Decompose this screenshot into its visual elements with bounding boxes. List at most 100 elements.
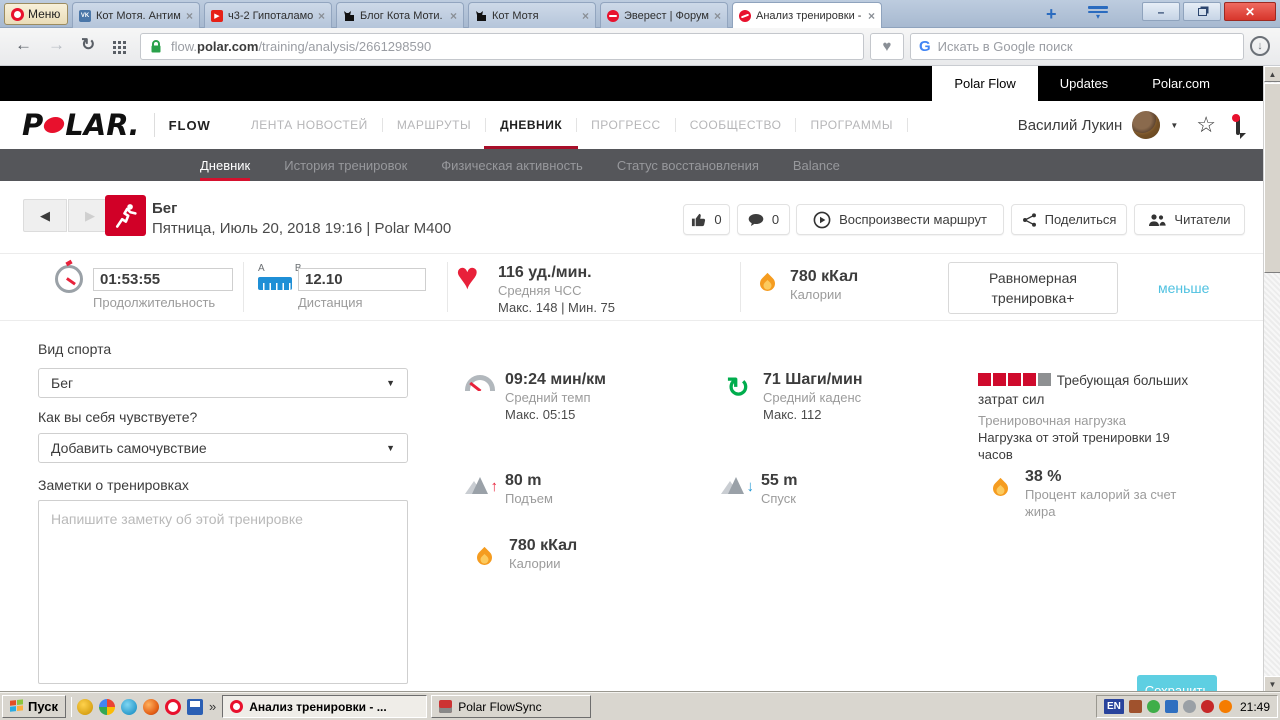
avatar[interactable] bbox=[1132, 111, 1161, 139]
quicklaunch-overflow-icon[interactable]: » bbox=[209, 699, 216, 714]
load-block-filled bbox=[978, 373, 991, 386]
taskbar-task-flowsync[interactable]: Polar FlowSync bbox=[431, 695, 592, 718]
tab-close-icon[interactable]: × bbox=[714, 9, 721, 23]
subnav-physical-activity[interactable]: Физическая активность bbox=[441, 149, 583, 181]
nav-programs[interactable]: ПРОГРАММЫ bbox=[796, 118, 907, 132]
site-header: P LAR. FLOW ЛЕНТА НОВОСТЕЙ МАРШРУТЫ ДНЕВН… bbox=[0, 101, 1280, 151]
task-title: Polar FlowSync bbox=[458, 699, 542, 714]
user-caret-icon[interactable]: ▼ bbox=[1170, 121, 1178, 130]
divider bbox=[153, 113, 155, 137]
browser-menu-button[interactable]: Меню bbox=[4, 3, 68, 25]
language-indicator[interactable]: EN bbox=[1103, 699, 1124, 714]
previous-session-button[interactable]: ◀ bbox=[23, 199, 67, 232]
notes-textarea[interactable] bbox=[38, 500, 408, 684]
search-input[interactable] bbox=[937, 39, 1235, 54]
stat-descent: ↓ 55 m Спуск bbox=[720, 471, 797, 507]
share-button[interactable]: Поделиться bbox=[1011, 204, 1127, 235]
load-block-filled bbox=[1023, 373, 1036, 386]
readers-button[interactable]: Читатели bbox=[1134, 204, 1245, 235]
tab-cat[interactable]: Кот Мотя × bbox=[468, 2, 596, 28]
windows-taskbar: Пуск » Анализ тренировки - ... Polar Flo… bbox=[0, 692, 1280, 720]
tab-close-icon[interactable]: × bbox=[582, 9, 589, 23]
replay-route-button[interactable]: Воспроизвести маршрут bbox=[796, 204, 1004, 235]
polar-logo[interactable]: P LAR. bbox=[22, 108, 140, 142]
tab-close-icon[interactable]: × bbox=[318, 9, 325, 23]
nav-news-feed[interactable]: ЛЕНТА НОВОСТЕЙ bbox=[237, 118, 382, 132]
tab-close-icon[interactable]: × bbox=[868, 9, 875, 23]
quicklaunch-icon-3[interactable] bbox=[121, 698, 137, 715]
quicklaunch-icon-1[interactable] bbox=[77, 698, 93, 715]
training-benefit-button[interactable]: Равномерная тренировка+ bbox=[948, 262, 1118, 314]
browser-toolbar: ← → ↻ flow.polar.com/training/analysis/2… bbox=[0, 28, 1280, 66]
scroll-up-icon[interactable]: ▲ bbox=[1264, 66, 1280, 82]
subnav-balance[interactable]: Balance bbox=[793, 149, 840, 181]
restore-button[interactable] bbox=[1183, 2, 1221, 21]
thumb-up-icon bbox=[692, 213, 706, 227]
quicklaunch-save-icon[interactable] bbox=[187, 698, 203, 715]
stat-calories: 780 кКал Калории bbox=[468, 536, 577, 572]
vk-favicon-icon: VK bbox=[79, 9, 91, 22]
tab-close-icon[interactable]: × bbox=[186, 9, 193, 23]
scroll-down-icon[interactable]: ▼ bbox=[1264, 676, 1280, 692]
less-link[interactable]: меньше bbox=[1158, 280, 1209, 296]
tab-youtube[interactable]: ▶ ч3-2 Гипоталамо-гипоф × bbox=[204, 2, 332, 28]
chevron-down-icon: ▼ bbox=[386, 443, 395, 453]
quicklaunch-opera-icon[interactable] bbox=[165, 698, 181, 715]
minimize-button[interactable]: – bbox=[1142, 2, 1180, 21]
forward-icon[interactable]: → bbox=[48, 35, 65, 55]
tab-polar-active[interactable]: Анализ тренировки - Po × bbox=[732, 2, 882, 28]
address-bar[interactable]: flow.polar.com/training/analysis/2661298… bbox=[140, 33, 864, 60]
reload-icon[interactable]: ↻ bbox=[81, 35, 95, 55]
cadence-value: 71 Шаги/мин bbox=[763, 371, 863, 388]
duration-input[interactable] bbox=[93, 268, 233, 291]
tab-forum[interactable]: Эверест | Форум броса × bbox=[600, 2, 728, 28]
fat-label: Процент калорий за счет жира bbox=[1025, 487, 1177, 519]
distance-input[interactable] bbox=[298, 268, 426, 291]
new-tab-button[interactable]: + bbox=[1046, 4, 1057, 25]
subnav-diary[interactable]: Дневник bbox=[200, 149, 251, 181]
tray-icon-3[interactable] bbox=[1164, 700, 1178, 713]
cat-favicon-icon bbox=[343, 10, 355, 22]
notifications-icon[interactable] bbox=[1232, 113, 1240, 135]
save-button[interactable]: Сохранить bbox=[1137, 675, 1217, 692]
nav-diary[interactable]: ДНЕВНИК bbox=[484, 118, 579, 151]
polar-com-tab[interactable]: Polar.com bbox=[1130, 66, 1232, 101]
like-button[interactable]: 0 bbox=[683, 204, 730, 235]
tab-title: Анализ тренировки - Po bbox=[756, 9, 863, 22]
tray-icon-5[interactable] bbox=[1200, 700, 1214, 713]
tab-vk[interactable]: VK Кот Мотя. Антимышов × bbox=[72, 2, 200, 28]
nav-progress[interactable]: ПРОГРЕСС bbox=[577, 118, 675, 132]
close-button[interactable]: ✕ bbox=[1224, 2, 1276, 21]
user-name[interactable]: Василий Лукин bbox=[1018, 117, 1123, 134]
tab-list-icon[interactable]: ▾ bbox=[1088, 6, 1108, 21]
search-box[interactable]: G bbox=[910, 33, 1244, 60]
nav-community[interactable]: СООБЩЕСТВО bbox=[676, 118, 796, 132]
tray-icon-6[interactable] bbox=[1218, 700, 1232, 713]
distance-label: Дистанция bbox=[298, 295, 363, 310]
tab-cat-blog[interactable]: Блог Кота Моти. × bbox=[336, 2, 464, 28]
page-scrollbar[interactable]: ▲ ▼ bbox=[1263, 66, 1280, 692]
back-icon[interactable]: ← bbox=[15, 35, 32, 55]
quicklaunch-icon-4[interactable] bbox=[143, 698, 159, 715]
updates-tab[interactable]: Updates bbox=[1038, 66, 1130, 101]
speed-dial-icon[interactable] bbox=[113, 41, 116, 44]
tray-icon-2[interactable] bbox=[1146, 700, 1160, 713]
taskbar-task-analysis[interactable]: Анализ тренировки - ... bbox=[222, 695, 428, 718]
tab-close-icon[interactable]: × bbox=[450, 9, 457, 23]
feeling-select[interactable]: Добавить самочувствие ▼ bbox=[38, 433, 408, 463]
start-button[interactable]: Пуск bbox=[2, 695, 66, 718]
tray-icon-4[interactable] bbox=[1182, 700, 1196, 713]
subnav-training-history[interactable]: История тренировок bbox=[284, 149, 407, 181]
nav-routes[interactable]: МАРШРУТЫ bbox=[383, 118, 485, 132]
quicklaunch-icon-2[interactable] bbox=[99, 698, 115, 715]
sport-type-select[interactable]: Бег ▼ bbox=[38, 368, 408, 398]
favorites-star-icon[interactable]: ☆ bbox=[1196, 112, 1216, 138]
comment-button[interactable]: 0 bbox=[737, 204, 790, 235]
bookmark-heart-icon[interactable]: ♥ bbox=[870, 33, 904, 60]
tray-icon-1[interactable] bbox=[1128, 700, 1142, 713]
download-icon[interactable]: ↓ bbox=[1250, 36, 1270, 56]
scrollbar-thumb[interactable] bbox=[1264, 83, 1280, 273]
polar-flow-tab[interactable]: Polar Flow bbox=[932, 66, 1038, 101]
taskbar-clock: 21:49 bbox=[1239, 699, 1270, 714]
subnav-recovery-status[interactable]: Статус восстановления bbox=[617, 149, 759, 181]
